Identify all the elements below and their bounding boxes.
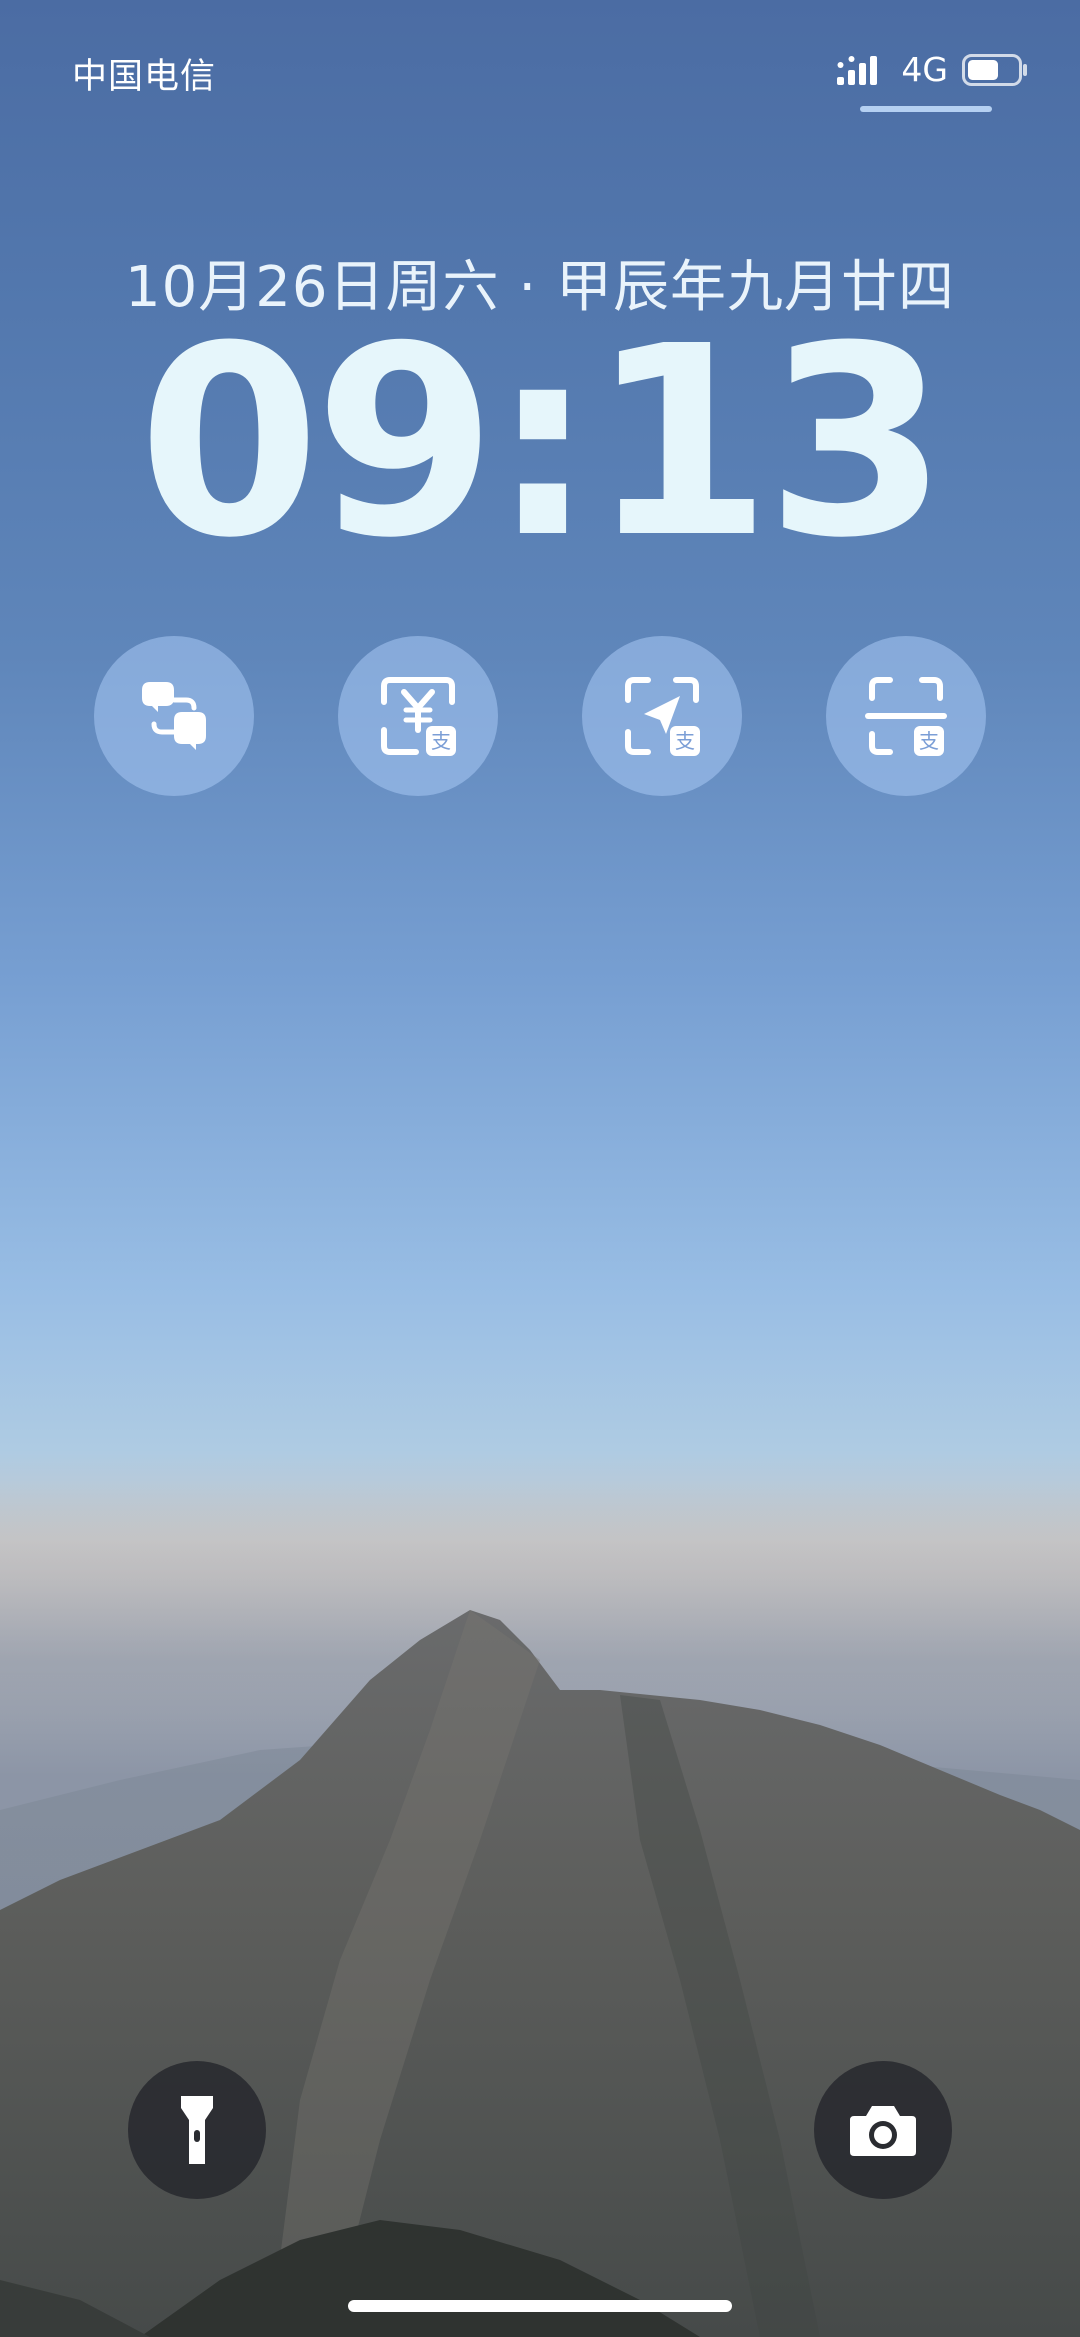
- alipay-badge-text: 支: [431, 729, 451, 753]
- signal-bars-icon: [837, 55, 878, 85]
- flashlight-icon: [181, 2096, 213, 2164]
- mountain-wallpaper: [0, 1610, 1080, 2337]
- lock-screen: 中国电信 4G 10月26日周六 · 甲辰年九月廿四 09:13 支 支 支: [0, 0, 1080, 2337]
- camera-icon: [850, 2106, 916, 2156]
- alipay-scan-widget[interactable]: 支: [826, 636, 986, 796]
- status-indicators: 4G: [837, 50, 1028, 89]
- scan-icon: 支: [865, 677, 947, 756]
- lock-time: 09:13: [138, 290, 948, 595]
- alipay-badge-text: 支: [919, 729, 939, 753]
- status-bar: 中国电信 4G: [0, 0, 1080, 130]
- yuan-scan-icon: 支: [381, 677, 456, 756]
- status-underline: [860, 106, 992, 112]
- alipay-badge-text: 支: [675, 729, 695, 753]
- network-type: 4G: [901, 50, 948, 89]
- home-indicator[interactable]: [348, 2300, 732, 2312]
- alipay-pay-widget[interactable]: 支: [338, 636, 498, 796]
- battery-icon: [962, 53, 1027, 86]
- carrier-label: 中国电信: [72, 57, 217, 97]
- translate-icon: [142, 682, 206, 750]
- flashlight-button[interactable]: [128, 2061, 266, 2199]
- alipay-travel-widget[interactable]: 支: [582, 636, 742, 796]
- lock-widgets: 支 支 支: [94, 636, 986, 796]
- camera-button[interactable]: [814, 2061, 952, 2199]
- navigation-scan-icon: 支: [625, 677, 700, 756]
- translate-widget[interactable]: [94, 636, 254, 796]
